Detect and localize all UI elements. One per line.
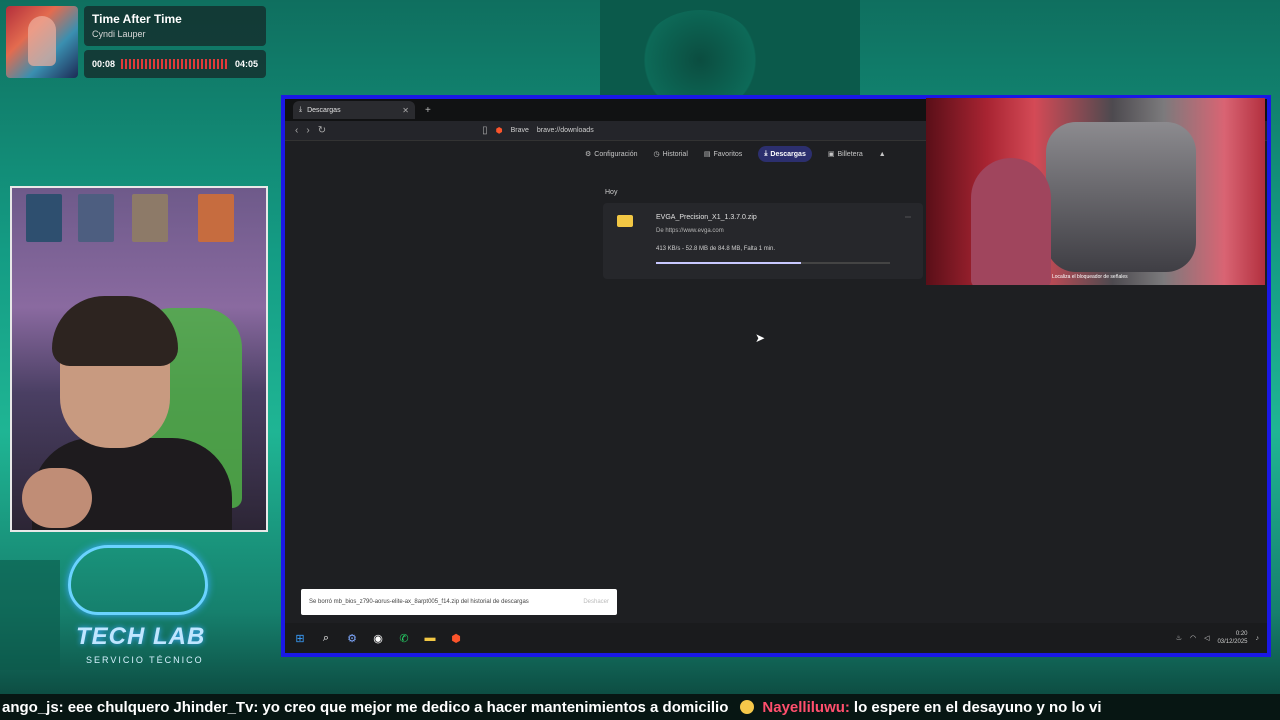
notification-icon[interactable]: ♨ bbox=[1176, 634, 1182, 642]
warning-icon: ▲ bbox=[878, 150, 886, 158]
download-icon: ⤓ bbox=[299, 106, 303, 113]
game-character bbox=[971, 158, 1051, 285]
windows-start-icon[interactable]: ⊞ bbox=[293, 631, 307, 645]
back-icon[interactable]: ‹ bbox=[295, 125, 298, 136]
tab-title: Descargas bbox=[307, 106, 341, 114]
elapsed-time: 00:08 bbox=[92, 59, 116, 69]
webcam-feed bbox=[10, 186, 268, 532]
forward-icon[interactable]: › bbox=[306, 125, 309, 136]
download-progress-fill bbox=[656, 262, 802, 264]
file-name[interactable]: EVGA_Precision_X1_1.3.7.0.zip bbox=[656, 214, 757, 221]
nav-label: Historial bbox=[662, 150, 688, 158]
download-progress bbox=[656, 262, 890, 264]
techlab-logo: TECH LAB SERVICIO TÉCNICO bbox=[62, 545, 222, 670]
background-building bbox=[0, 560, 60, 670]
music-widget: Time After Time Cyndi Lauper 00:08 04:05 bbox=[6, 6, 266, 78]
tab-downloads[interactable]: ⤓ Descargas ✕ bbox=[293, 101, 415, 119]
nav-configuracion[interactable]: ⚙ Configuración bbox=[585, 150, 638, 159]
headset bbox=[52, 296, 178, 366]
chat-user: Nayelliluwu: bbox=[762, 698, 850, 716]
chat-message: eee chulquero bbox=[67, 698, 170, 716]
game-subtitle: Localiza el bloqueador de señales bbox=[1052, 274, 1128, 280]
clock-date: 03/12/2025 bbox=[1217, 639, 1248, 645]
nav-descargas[interactable]: ⤓ Descargas bbox=[758, 146, 812, 162]
nav-historial[interactable]: ◷ Historial bbox=[653, 150, 688, 159]
download-item[interactable]: EVGA_Precision_X1_1.3.7.0.zip De https:/… bbox=[603, 203, 923, 279]
brave-icon[interactable]: ⬢ bbox=[449, 631, 463, 645]
whatsapp-icon[interactable]: ✆ bbox=[397, 631, 411, 645]
system-tray: ♨ ◠ ◁ 0:20 03/12/2025 ♪ bbox=[1176, 630, 1259, 646]
nav-label: Configuración bbox=[594, 150, 638, 158]
nav-billetera[interactable]: ▣ Billetera bbox=[827, 150, 863, 159]
toast-message: Se borró mb_bios_z790-aorus-elite-ax_8ar… bbox=[309, 599, 529, 605]
taskbar: ⊞ ⌕ ⚙ ◉ ✆ ▬ ⬢ ♨ ◠ ◁ 0:20 03/12/2025 ♪ bbox=[285, 623, 1267, 653]
gear-icon: ⚙ bbox=[585, 151, 592, 158]
download-status: 413 KB/s - 52.8 MB de 84.8 MB, Falta 1 m… bbox=[656, 246, 776, 252]
waveform bbox=[121, 59, 229, 69]
chat-user: Jhinder_Tv: bbox=[173, 698, 259, 716]
nav-favoritos[interactable]: ▤ Favoritos bbox=[703, 150, 743, 159]
chat-message: yo creo que mejor me dedico a hacer mant… bbox=[262, 698, 729, 716]
reload-icon[interactable]: ↻ bbox=[318, 125, 326, 136]
track-progress bbox=[6, 6, 14, 9]
poster bbox=[78, 194, 114, 242]
section-label: Hoy bbox=[605, 189, 618, 196]
nav-label: Billetera bbox=[837, 150, 863, 158]
bookmark-icon: ▤ bbox=[703, 151, 711, 158]
brave-icon: ⬢ bbox=[495, 126, 503, 135]
clock-time: 0:20 bbox=[1235, 631, 1248, 637]
wifi-icon[interactable]: ◠ bbox=[1190, 634, 1196, 642]
chat-message: lo espere en el desayuno y no lo vi bbox=[853, 698, 1102, 716]
new-tab-button[interactable]: + bbox=[425, 105, 431, 116]
browser-brand: Brave bbox=[510, 127, 529, 134]
album-cover bbox=[6, 6, 78, 78]
folder-icon[interactable] bbox=[617, 215, 633, 227]
emoji-icon bbox=[740, 700, 755, 714]
undo-toast: Se borró mb_bios_z790-aorus-elite-ax_8ar… bbox=[301, 589, 617, 615]
poster bbox=[26, 194, 62, 242]
volume-icon[interactable]: ◁ bbox=[1204, 634, 1209, 642]
wallet-icon: ▣ bbox=[827, 151, 835, 158]
search-icon[interactable]: ⌕ bbox=[319, 631, 333, 645]
file-source[interactable]: De https://www.evga.com bbox=[656, 228, 724, 234]
game-capture: Localiza el bloqueador de señales bbox=[926, 98, 1265, 285]
track-info: Time After Time Cyndi Lauper bbox=[84, 6, 266, 46]
file-explorer-icon[interactable]: ▬ bbox=[423, 631, 437, 645]
history-icon: ◷ bbox=[653, 151, 660, 158]
mouse-cursor-icon: ➤ bbox=[755, 331, 766, 345]
close-icon[interactable]: ✕ bbox=[402, 106, 409, 115]
game-door bbox=[1046, 122, 1196, 272]
nav-warning[interactable]: ▲ bbox=[879, 151, 886, 158]
nav-label: Descargas bbox=[770, 150, 806, 158]
undo-button[interactable]: Deshacer bbox=[583, 599, 609, 605]
bell-icon[interactable]: ♪ bbox=[1256, 635, 1260, 642]
playback-bar: 00:08 04:05 bbox=[84, 50, 266, 78]
nav-label: Favoritos bbox=[713, 150, 743, 158]
url-field[interactable]: brave://downloads bbox=[537, 127, 594, 134]
cloud-icon bbox=[68, 545, 208, 615]
track-title: Time After Time bbox=[92, 12, 182, 26]
poster bbox=[198, 194, 234, 242]
bookmark-icon[interactable]: ▯ bbox=[482, 125, 488, 136]
download-icon: ⤓ bbox=[764, 150, 768, 157]
steam-icon[interactable]: ◉ bbox=[371, 631, 385, 645]
track-artist: Cyndi Lauper bbox=[92, 29, 146, 39]
logo-word: TECH LAB bbox=[76, 623, 206, 650]
chat-user: ango_js: bbox=[2, 698, 64, 716]
more-icon[interactable]: ⋯ bbox=[905, 214, 911, 221]
settings-icon[interactable]: ⚙ bbox=[345, 631, 359, 645]
logo-subtitle: SERVICIO TÉCNICO bbox=[86, 655, 204, 665]
clock[interactable]: 0:20 03/12/2025 bbox=[1217, 630, 1247, 646]
poster bbox=[132, 194, 168, 242]
streamer-hand bbox=[22, 468, 92, 528]
chat-ticker: ango_js: eee chulquero Jhinder_Tv: yo cr… bbox=[0, 694, 1280, 720]
track-duration: 04:05 bbox=[234, 59, 258, 69]
